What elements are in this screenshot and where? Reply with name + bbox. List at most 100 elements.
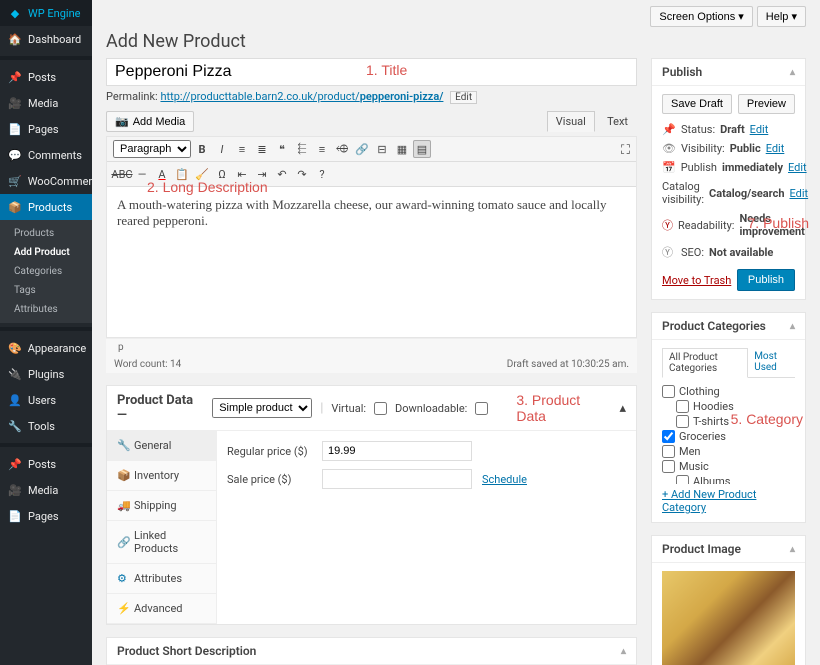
redo-icon[interactable]: ↷ [293,165,311,183]
category-checkbox[interactable] [662,430,675,443]
tab-all-categories[interactable]: All Product Categories [662,348,748,378]
text-color-icon[interactable]: A [153,165,171,183]
regular-price-input[interactable] [322,441,472,461]
word-count: Word count: 14 [114,359,181,370]
sidebar-item-media[interactable]: 🎥Media [0,477,92,503]
sidebar-item-posts[interactable]: 📌Posts [0,64,92,90]
sidebar-item-comments[interactable]: 💬Comments [0,142,92,168]
align-right-icon[interactable]: ⬲ [333,140,351,158]
save-draft-button[interactable]: Save Draft [662,94,732,114]
category-item: Clothing [662,384,795,399]
screen-options-button[interactable]: Screen Options ▾ [650,6,752,27]
pd-tab-advanced[interactable]: ⚡Advanced [107,594,216,624]
sidebar-item-tools[interactable]: 🔧Tools [0,413,92,439]
italic-icon[interactable]: I [213,140,231,158]
clear-format-icon[interactable]: 🧹 [193,165,211,183]
publish-button[interactable]: Publish [737,269,795,291]
sidebar-item-dashboard[interactable]: 🏠Dashboard [0,26,92,52]
product-type-select[interactable]: Simple product [212,398,312,418]
number-list-icon[interactable]: ≣ [253,140,271,158]
outdent-icon[interactable]: ⇤ [233,165,251,183]
quote-icon[interactable]: ❝ [273,140,291,158]
tab-visual[interactable]: Visual [547,111,595,132]
category-item: Groceries [662,429,795,444]
product-image-thumbnail[interactable] [662,571,795,665]
category-checkbox[interactable] [662,445,675,458]
bullet-list-icon[interactable]: ≡ [233,140,251,158]
sidebar-item-users[interactable]: 👤Users [0,387,92,413]
pd-tab-shipping[interactable]: 🚚Shipping [107,491,216,521]
category-checkbox[interactable] [676,400,689,413]
sidebar-sub-categories[interactable]: Categories [0,262,92,281]
category-checkbox[interactable] [676,415,689,428]
sidebar-sub-products[interactable]: Products [0,224,92,243]
category-checkbox[interactable] [676,475,689,484]
toolbar-toggle-icon[interactable]: ▤ [413,140,431,158]
pin-icon: 📌 [662,123,676,136]
edit-status-link[interactable]: Edit [750,123,769,136]
preview-button[interactable]: Preview [738,94,795,114]
pd-tab-general[interactable]: 🔧General [107,431,216,461]
edit-catalog-link[interactable]: Edit [790,187,809,200]
editor-path: p [114,342,124,353]
format-select[interactable]: Paragraph [113,140,191,158]
hr-icon[interactable]: — [133,165,151,183]
product-image-box-header[interactable]: Product Image▴ [652,536,805,563]
help-button[interactable]: Help ▾ [757,6,806,27]
product-title-input[interactable] [106,58,637,86]
permalink-link[interactable]: http://producttable.barn2.co.uk/product/… [160,90,443,103]
table-icon[interactable]: ▦ [393,140,411,158]
edit-publish-link[interactable]: Edit [788,161,807,174]
sidebar-item-plugins[interactable]: 🔌Plugins [0,361,92,387]
pd-tab-inventory[interactable]: 📦Inventory [107,461,216,491]
help-icon[interactable]: ? [313,165,331,183]
sidebar-item-wp-engine[interactable]: ◆WP Engine [0,0,92,26]
camera-icon: 🎥 [8,483,22,497]
permalink-edit-button[interactable]: Edit [450,91,477,104]
sidebar-item-media[interactable]: 🎥Media [0,90,92,116]
special-char-icon[interactable]: Ω [213,165,231,183]
brush-icon: 🎨 [8,341,22,355]
paste-text-icon[interactable]: 📋 [173,165,191,183]
edit-visibility-link[interactable]: Edit [766,142,785,155]
indent-icon[interactable]: ⇥ [253,165,271,183]
strikethrough-icon[interactable]: ABC [113,165,131,183]
bold-icon[interactable]: B [193,140,211,158]
align-center-icon[interactable]: ≡ [313,140,331,158]
align-left-icon[interactable]: ⬱ [293,140,311,158]
sale-price-input[interactable] [322,469,472,489]
add-media-button[interactable]: 📷Add Media [106,111,194,132]
tab-most-used[interactable]: Most Used [748,348,795,377]
move-to-trash-link[interactable]: Move to Trash [662,274,731,287]
sidebar-sub-tags[interactable]: Tags [0,281,92,300]
pd-tab-linked-products[interactable]: 🔗Linked Products [107,521,216,564]
virtual-checkbox[interactable] [374,402,387,415]
category-checkbox[interactable] [662,460,675,473]
downloadable-checkbox[interactable] [475,402,488,415]
pd-tab-attributes[interactable]: ⚙Attributes [107,564,216,594]
categories-box-header[interactable]: Product Categories▴ [652,313,805,340]
insert-more-icon[interactable]: ⊟ [373,140,391,158]
product-data-header[interactable]: Product Data — Simple product | Virtual:… [107,386,636,431]
tab-text[interactable]: Text [598,111,637,132]
collapse-icon[interactable]: ▴ [619,401,626,416]
link-icon[interactable]: 🔗 [353,140,371,158]
schedule-link[interactable]: Schedule [482,473,527,486]
sidebar-item-products[interactable]: 📦Products [0,194,92,220]
sidebar-item-posts[interactable]: 📌Posts [0,451,92,477]
calendar-icon: 📅 [662,161,676,174]
category-checkbox[interactable] [662,385,675,398]
short-desc-header[interactable]: Product Short Description▴ [107,638,636,665]
editor-content-area[interactable]: A mouth-watering pizza with Mozzarella c… [107,187,636,337]
publish-box-header[interactable]: Publish▴ [652,59,805,86]
sidebar-item-pages[interactable]: 📄Pages [0,503,92,529]
undo-icon[interactable]: ↶ [273,165,291,183]
sidebar-sub-attributes[interactable]: Attributes [0,300,92,319]
fullscreen-icon[interactable]: ⛶ [621,143,630,158]
page-icon: 📄 [8,122,22,136]
sidebar-item-appearance[interactable]: 🎨Appearance [0,335,92,361]
sidebar-item-pages[interactable]: 📄Pages [0,116,92,142]
sidebar-sub-add-product[interactable]: Add Product [0,243,92,262]
sidebar-item-woocommerce[interactable]: 🛒WooCommerce [0,168,92,194]
add-category-link[interactable]: + Add New Product Category [662,488,795,514]
